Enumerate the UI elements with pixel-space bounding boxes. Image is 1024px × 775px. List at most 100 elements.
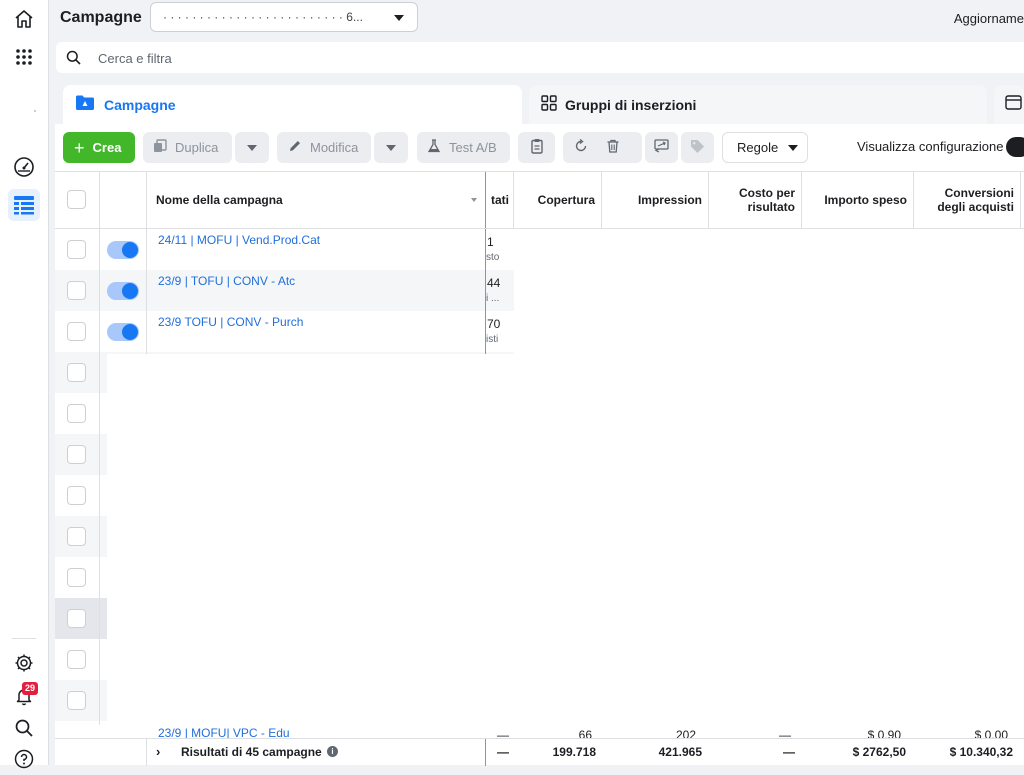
header-campaign-name[interactable]: Nome della campagna: [156, 172, 486, 228]
result-type: i ...: [486, 293, 500, 304]
nav-separator: [12, 638, 36, 639]
rules-button[interactable]: Regole: [722, 132, 808, 163]
chevron-down-icon: [394, 15, 404, 21]
header-cost-per-result[interactable]: Costo per risultato: [709, 172, 801, 228]
search-icon: [66, 50, 81, 70]
result-type: isti: [486, 334, 499, 345]
info-icon[interactable]: i: [327, 746, 338, 757]
action-buttons-group: [563, 132, 642, 163]
pencil-icon: [288, 139, 302, 156]
row-checkbox[interactable]: [67, 445, 86, 464]
chevron-down-icon: [386, 144, 396, 151]
ab-test-button-label: Test A/B: [449, 140, 497, 155]
swap-arrows-icon: [654, 139, 669, 156]
header-impressions[interactable]: Impression: [602, 172, 708, 228]
table-footer-totals: › Risultati di 45 campagne i — 199.718 4…: [55, 738, 1024, 766]
result-value: 44: [487, 276, 501, 290]
view-settings-toggle[interactable]: [1006, 137, 1024, 157]
toggle-knob: [122, 324, 138, 340]
row-checkbox[interactable]: [67, 650, 86, 669]
clipboard-button[interactable]: [518, 132, 555, 163]
ab-test-button[interactable]: Test A/B: [417, 132, 510, 163]
campaign-toggle[interactable]: [107, 241, 139, 259]
chevron-down-icon: [247, 144, 257, 151]
tag-button[interactable]: [681, 132, 714, 163]
tag-icon: [690, 139, 705, 157]
redacted-area: [107, 354, 1024, 726]
ad-frame-icon: [1005, 95, 1022, 115]
settings-gear-icon[interactable]: [8, 647, 40, 679]
result-type: sto: [486, 252, 500, 263]
tab-campaigns-label: Campagne: [104, 97, 176, 113]
row-checkbox[interactable]: [67, 527, 86, 546]
trash-icon[interactable]: [606, 139, 620, 156]
plus-icon: +: [74, 137, 85, 158]
help-icon[interactable]: [8, 743, 40, 775]
tab-campaigns[interactable]: Campagne: [63, 85, 522, 125]
row-checkbox[interactable]: [67, 609, 86, 628]
home-icon[interactable]: [8, 3, 40, 35]
row-checkbox[interactable]: [67, 363, 86, 382]
dashboard-gauge-icon[interactable]: [8, 151, 40, 183]
search-input[interactable]: [96, 42, 700, 75]
edit-button[interactable]: Modifica: [277, 132, 371, 163]
campaign-name-link[interactable]: 23/9 | TOFU | CONV - Atc: [158, 274, 295, 288]
edit-dropdown-button[interactable]: [374, 132, 408, 163]
search-icon[interactable]: [8, 712, 40, 744]
column-divider: [99, 229, 100, 739]
tab-ad-sets-label: Gruppi di inserzioni: [565, 97, 697, 113]
top-bar: Campagne · · · · · · · · · · · · · · · ·…: [49, 0, 1024, 40]
ads-manager-table-icon[interactable]: [8, 189, 40, 221]
export-button[interactable]: [645, 132, 678, 163]
toggle-knob: [122, 283, 138, 299]
notification-count-badge: 29: [22, 682, 38, 695]
apps-grid-icon[interactable]: [8, 41, 40, 73]
view-settings-label: Visualizza configurazione: [857, 139, 1004, 154]
table-row[interactable]: 23/9 | MOFU| VPC - Edu — 66 202 — $ 0,90…: [55, 725, 1024, 739]
update-status: Aggiorname: [953, 11, 1024, 26]
duplicate-button-label: Duplica: [175, 140, 219, 155]
header-results[interactable]: tati: [486, 172, 513, 228]
total-cost-per-result: —: [783, 745, 795, 759]
refresh-icon[interactable]: [574, 138, 588, 156]
tab-ad-sets[interactable]: Gruppi di inserzioni: [529, 85, 987, 125]
campaign-toggle[interactable]: [107, 282, 139, 300]
column-divider: [1020, 172, 1021, 228]
row-checkbox[interactable]: [67, 240, 86, 259]
row-checkbox[interactable]: [67, 322, 86, 341]
campaign-name-link[interactable]: 24/11 | MOFU | Vend.Prod.Cat: [158, 233, 320, 247]
total-amount-spent: $ 2762,50: [852, 745, 906, 759]
tab-ads[interactable]: [994, 85, 1024, 125]
header-amount-spent[interactable]: Importo speso: [802, 172, 913, 228]
clipboard-icon: [530, 138, 544, 157]
page-title: Campagne: [60, 9, 142, 26]
select-all-checkbox[interactable]: [67, 190, 86, 209]
campaign-toggle[interactable]: [107, 323, 139, 341]
account-selector-value: · · · · · · · · · · · · · · · · · · · · …: [163, 10, 363, 24]
header-purchase-conversions[interactable]: Conversioni degli acquisti: [914, 172, 1020, 228]
result-value: 70: [487, 317, 501, 331]
duplicate-dropdown-button[interactable]: [235, 132, 269, 163]
sort-arrow-icon[interactable]: [471, 198, 477, 202]
grid-squares-icon: [541, 94, 557, 116]
row-checkbox[interactable]: [67, 691, 86, 710]
column-divider: [146, 172, 147, 228]
copy-icon: [153, 139, 167, 156]
search-bar[interactable]: [56, 42, 1024, 75]
account-selector[interactable]: · · · · · · · · · · · · · · · · · · · · …: [150, 2, 418, 32]
row-checkbox[interactable]: [67, 404, 86, 423]
column-divider: [485, 229, 486, 354]
total-impressions: 421.965: [658, 745, 702, 759]
row-checkbox[interactable]: [67, 281, 86, 300]
totals-label: Risultati di 45 campagne: [181, 745, 322, 759]
chevron-down-icon: [788, 144, 799, 151]
left-navigation: 29: [0, 0, 49, 769]
duplicate-button[interactable]: Duplica: [143, 132, 232, 163]
row-checkbox[interactable]: [67, 486, 86, 505]
expand-chevron-icon[interactable]: ›: [156, 744, 160, 759]
header-reach[interactable]: Copertura: [514, 172, 601, 228]
create-button[interactable]: + Crea: [63, 132, 135, 163]
campaign-name-link[interactable]: 23/9 TOFU | CONV - Purch: [158, 315, 303, 329]
row-checkbox[interactable]: [67, 568, 86, 587]
create-button-label: Crea: [92, 140, 122, 155]
